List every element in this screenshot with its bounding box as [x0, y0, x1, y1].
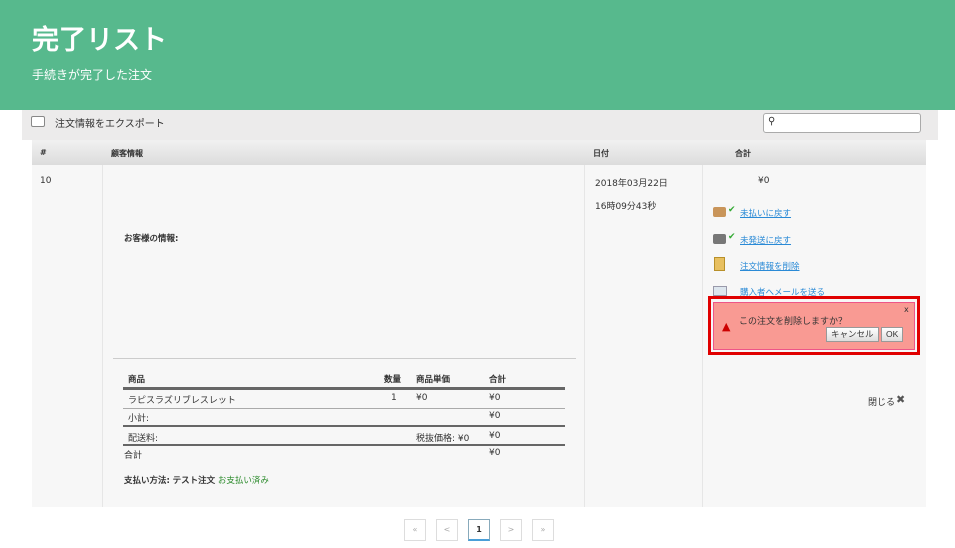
page-header: 完了リスト 手続きが完了した注文 — [0, 0, 955, 110]
subtotal-label: 小計: — [128, 414, 150, 424]
page-title: 完了リスト — [32, 25, 167, 56]
item-price: ¥0 — [416, 393, 428, 403]
export-button[interactable]: 注文情報をエクスポート — [55, 115, 165, 130]
col-header-customer: 顧客情報 — [103, 140, 585, 165]
page-next[interactable]: > — [500, 519, 522, 541]
subtotal-value: ¥0 — [489, 411, 501, 421]
item-name: ラピスラズリブレスレット — [128, 396, 236, 406]
order-col-qty: 数量 — [384, 375, 402, 385]
revert-unpaid-link[interactable]: 未払いに戻す — [740, 207, 791, 219]
page-first[interactable]: « — [404, 519, 426, 541]
check-icon: ✔ — [728, 205, 736, 215]
dialog-close-button[interactable]: x — [904, 305, 909, 314]
order-col-total: 合計 — [489, 375, 507, 385]
shipping-value: ¥0 — [489, 431, 501, 441]
order-col-price: 商品単価 — [416, 375, 451, 385]
delete-order-link[interactable]: 注文情報を削除 — [740, 260, 800, 272]
payment-label: 支払い方法: — [124, 476, 170, 486]
order-id: 10 — [40, 176, 52, 186]
mail-icon — [713, 286, 727, 296]
col-header-total: 合計 — [703, 140, 926, 165]
close-label[interactable]: 閉じる — [868, 395, 895, 408]
col-header-date: 日付 — [585, 140, 703, 165]
order-date: 2018年03月22日 — [595, 179, 668, 189]
customer-info-label: お客様の情報: — [124, 234, 179, 244]
search-icon: ⚲ — [768, 116, 776, 127]
truck-icon — [713, 234, 726, 244]
close-icon[interactable]: ✖ — [896, 393, 905, 406]
order-total: ¥0 — [758, 176, 770, 186]
payment-status: お支払い済み — [217, 476, 269, 486]
grand-total-label: 合計 — [124, 451, 143, 461]
confirm-dialog: ▲ この注文を削除しますか？ x キャンセル OK — [713, 302, 915, 350]
page-last[interactable]: » — [532, 519, 554, 541]
revert-unshipped-link[interactable]: 未発送に戻す — [740, 234, 791, 246]
page-subtitle: 手続きが完了した注文 — [32, 68, 153, 82]
divider — [113, 358, 576, 359]
check-icon: ✔ — [728, 232, 736, 242]
col-header-id: # — [32, 140, 103, 165]
item-total: ¥0 — [489, 393, 501, 403]
ok-button[interactable]: OK — [881, 327, 904, 342]
order-col-product: 商品 — [128, 375, 146, 385]
search-input[interactable]: ⚲ — [763, 113, 921, 133]
dialog-message: この注文を削除しますか？ — [739, 317, 848, 327]
shipping-pretax: 税抜価格: ¥0 — [416, 434, 470, 444]
export-icon[interactable] — [31, 116, 45, 127]
shipping-label: 配送料: — [128, 434, 159, 444]
payment-icon — [713, 207, 726, 217]
cancel-button[interactable]: キャンセル — [826, 327, 879, 342]
order-time: 16時09分43秒 — [595, 202, 657, 212]
item-qty: 1 — [391, 393, 397, 403]
delete-document-icon — [714, 257, 725, 271]
grand-total-value: ¥0 — [489, 448, 501, 458]
page-prev[interactable]: < — [436, 519, 458, 541]
warning-icon: ▲ — [722, 320, 731, 333]
confirm-dialog-highlight: ▲ この注文を削除しますか？ x キャンセル OK — [708, 296, 920, 355]
page-current[interactable]: 1 — [468, 519, 490, 541]
payment-method: テスト注文 — [172, 476, 216, 486]
